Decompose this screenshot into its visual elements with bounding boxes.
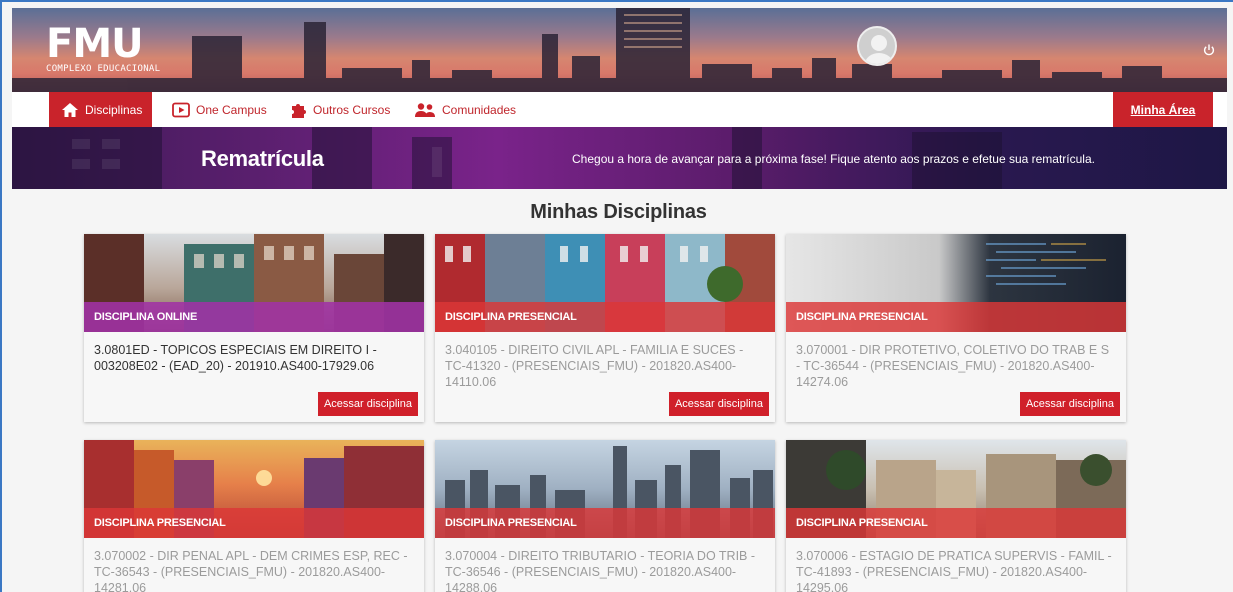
course-card: DISCIPLINA PRESENCIAL 3.070006 - ESTAGIO… <box>786 440 1126 592</box>
app-window: FMU COMPLEXO EDUCACIONAL Disciplinas One… <box>0 0 1233 592</box>
course-card: DISCIPLINA PRESENCIAL 3.040105 - DIREITO… <box>435 234 775 422</box>
nav-item-one-campus[interactable]: One Campus <box>172 92 267 127</box>
main-nav: Disciplinas One Campus Outros Cursos Com… <box>12 92 1227 127</box>
acessar-disciplina-button[interactable]: Acessar disciplina <box>668 392 769 416</box>
nav-label: Comunidades <box>442 102 517 117</box>
nav-item-outros-cursos[interactable]: Outros Cursos <box>289 92 390 127</box>
course-type-label: DISCIPLINA PRESENCIAL <box>84 508 424 538</box>
home-icon <box>62 102 78 117</box>
nav-item-comunidades[interactable]: Comunidades <box>414 92 516 127</box>
course-description: 3.070004 - DIREITO TRIBUTARIO - TEORIA D… <box>445 549 756 592</box>
course-type-label: DISCIPLINA PRESENCIAL <box>435 302 775 332</box>
course-type-label: DISCIPLINA PRESENCIAL <box>786 508 1126 538</box>
avatar[interactable] <box>857 26 897 66</box>
fmu-logo[interactable]: FMU <box>46 24 144 64</box>
nav-label: Disciplinas <box>85 102 143 117</box>
course-image: DISCIPLINA PRESENCIAL <box>786 234 1126 332</box>
banner-title: Rematrícula <box>201 146 324 171</box>
course-image: DISCIPLINA PRESENCIAL <box>435 234 775 332</box>
acessar-disciplina-button[interactable]: Acessar disciplina <box>1019 392 1120 416</box>
puzzle-icon <box>292 103 306 118</box>
course-description: 3.070006 - ESTAGIO DE PRATICA SUPERVIS -… <box>796 549 1112 592</box>
minha-area-button[interactable]: Minha Área <box>1113 92 1213 127</box>
logo-subtitle: COMPLEXO EDUCACIONAL <box>46 64 161 74</box>
course-image: DISCIPLINA PRESENCIAL <box>84 440 424 538</box>
course-image: DISCIPLINA PRESENCIAL <box>786 440 1126 538</box>
page-title: Minhas Disciplinas <box>530 201 707 223</box>
course-card: DISCIPLINA PRESENCIAL 3.070001 - DIR PRO… <box>786 234 1126 422</box>
rematricula-banner[interactable]: Rematrícula Chegou a hora de avançar par… <box>12 127 1227 189</box>
nav-label: One Campus <box>196 102 267 117</box>
course-image: DISCIPLINA ONLINE <box>84 234 424 332</box>
course-type-label: DISCIPLINA PRESENCIAL <box>786 302 1126 332</box>
course-description: 3.070001 - DIR PROTETIVO, COLETIVO DO TR… <box>796 343 1110 389</box>
nav-label: Outros Cursos <box>313 102 391 117</box>
course-description: 3.070002 - DIR PENAL APL - DEM CRIMES ES… <box>94 549 408 592</box>
course-description: 3.0801ED - TOPICOS ESPECIAIS EM DIREITO … <box>94 343 377 373</box>
banner-message: Chegou a hora de avançar para a próxima … <box>572 152 1095 166</box>
site-header: FMU COMPLEXO EDUCACIONAL <box>12 8 1227 92</box>
people-icon <box>415 102 435 117</box>
course-type-label: DISCIPLINA ONLINE <box>84 302 424 332</box>
course-type-label: DISCIPLINA PRESENCIAL <box>435 508 775 538</box>
play-icon <box>172 102 190 117</box>
course-card: DISCIPLINA PRESENCIAL 3.070002 - DIR PEN… <box>84 440 424 592</box>
skyline-background <box>12 8 1227 92</box>
nav-item-disciplinas[interactable]: Disciplinas <box>49 92 153 127</box>
course-description: 3.040105 - DIREITO CIVIL APL - FAMILIA E… <box>445 343 744 389</box>
course-card: DISCIPLINA PRESENCIAL 3.070004 - DIREITO… <box>435 440 775 592</box>
course-card: DISCIPLINA ONLINE 3.0801ED - TOPICOS ESP… <box>84 234 424 422</box>
power-icon[interactable] <box>1203 44 1215 56</box>
acessar-disciplina-button[interactable]: Acessar disciplina <box>317 392 418 416</box>
course-image: DISCIPLINA PRESENCIAL <box>435 440 775 538</box>
